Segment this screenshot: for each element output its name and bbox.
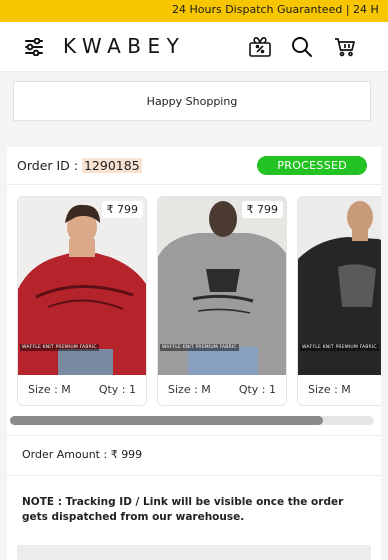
cart-icon[interactable] [333,35,357,59]
product-card[interactable]: ₹ 799 WAFFLE KNIT PREMIUM FABRIC Size : … [157,196,287,406]
order-amount: Order Amount : ₹ 999 [22,448,142,461]
header: KWABEY [0,22,388,72]
brand-logo[interactable]: KWABEY [63,34,185,58]
product-qty: Qty : 1 [98,382,136,396]
order-id-value: 1290185 [81,158,142,173]
product-card[interactable]: ₹ 799 WAFFLE KNIT PREMIUM FABRIC Size : … [17,196,147,406]
status-badge: PROCESSED [257,156,367,175]
order-card: Order ID : 1290185 PROCESSED ₹ 799 WAFFL… [7,147,381,560]
offers-gift-icon[interactable] [248,35,272,59]
carousel-scroll-thumb[interactable] [10,416,323,425]
filter-menu-icon[interactable] [22,35,46,59]
product-size: Size : M [28,382,71,396]
product-info: Size : M [298,373,381,405]
order-header: Order ID : 1290185 PROCESSED [7,147,381,185]
tracking-note: NOTE : Tracking ID / Link will be visibl… [22,496,344,523]
product-price: ₹ 799 [101,201,143,218]
product-card[interactable]: WAFFLE KNIT PREMIUM FABRIC Size : M [297,196,381,406]
divider [7,435,381,436]
product-info: Size : M Qty : 1 [158,373,286,405]
product-fabric-tag: WAFFLE KNIT PREMIUM FABRIC [300,344,379,351]
order-amount-value: 999 [121,448,143,461]
happy-shopping-banner: Happy Shopping [13,81,371,121]
currency-symbol: ₹ [110,448,118,461]
product-info: Size : M Qty : 1 [18,373,146,405]
banner-text: Happy Shopping [146,94,238,108]
product-fabric-tag: WAFFLE KNIT PREMIUM FABRIC [160,344,239,351]
order-id: Order ID : 1290185 [17,158,142,173]
announcement-bar: 24 Hours Dispatch Guaranteed | 24 H [0,0,388,22]
announcement-text: 24 Hours Dispatch Guaranteed | 24 H [172,3,379,16]
product-price: ₹ 799 [241,201,283,218]
product-fabric-tag: WAFFLE KNIT PREMIUM FABRIC [20,344,99,351]
product-size: Size : M [168,382,211,396]
order-id-label: Order ID : [17,158,78,173]
search-icon[interactable] [290,35,314,59]
product-qty: Qty : 1 [238,382,276,396]
product-carousel[interactable]: ₹ 799 WAFFLE KNIT PREMIUM FABRIC Size : … [17,196,381,406]
bottom-placeholder [17,545,371,560]
product-size: Size : M [308,382,351,396]
divider [7,475,381,476]
order-amount-label: Order Amount : [22,448,108,461]
carousel-scrollbar[interactable] [10,416,374,425]
